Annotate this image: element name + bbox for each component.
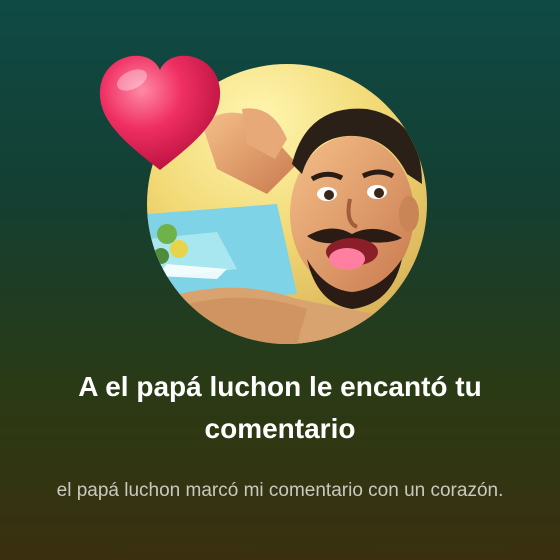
heart-icon [94, 50, 226, 178]
notification-subtitle: el papá luchon marcó mi comentario con u… [56, 480, 504, 501]
liked-comment-notification: A el papá luchon le encantó tu comentari… [0, 0, 560, 560]
notification-headline: A el papá luchon le encantó tu comentari… [78, 371, 482, 444]
